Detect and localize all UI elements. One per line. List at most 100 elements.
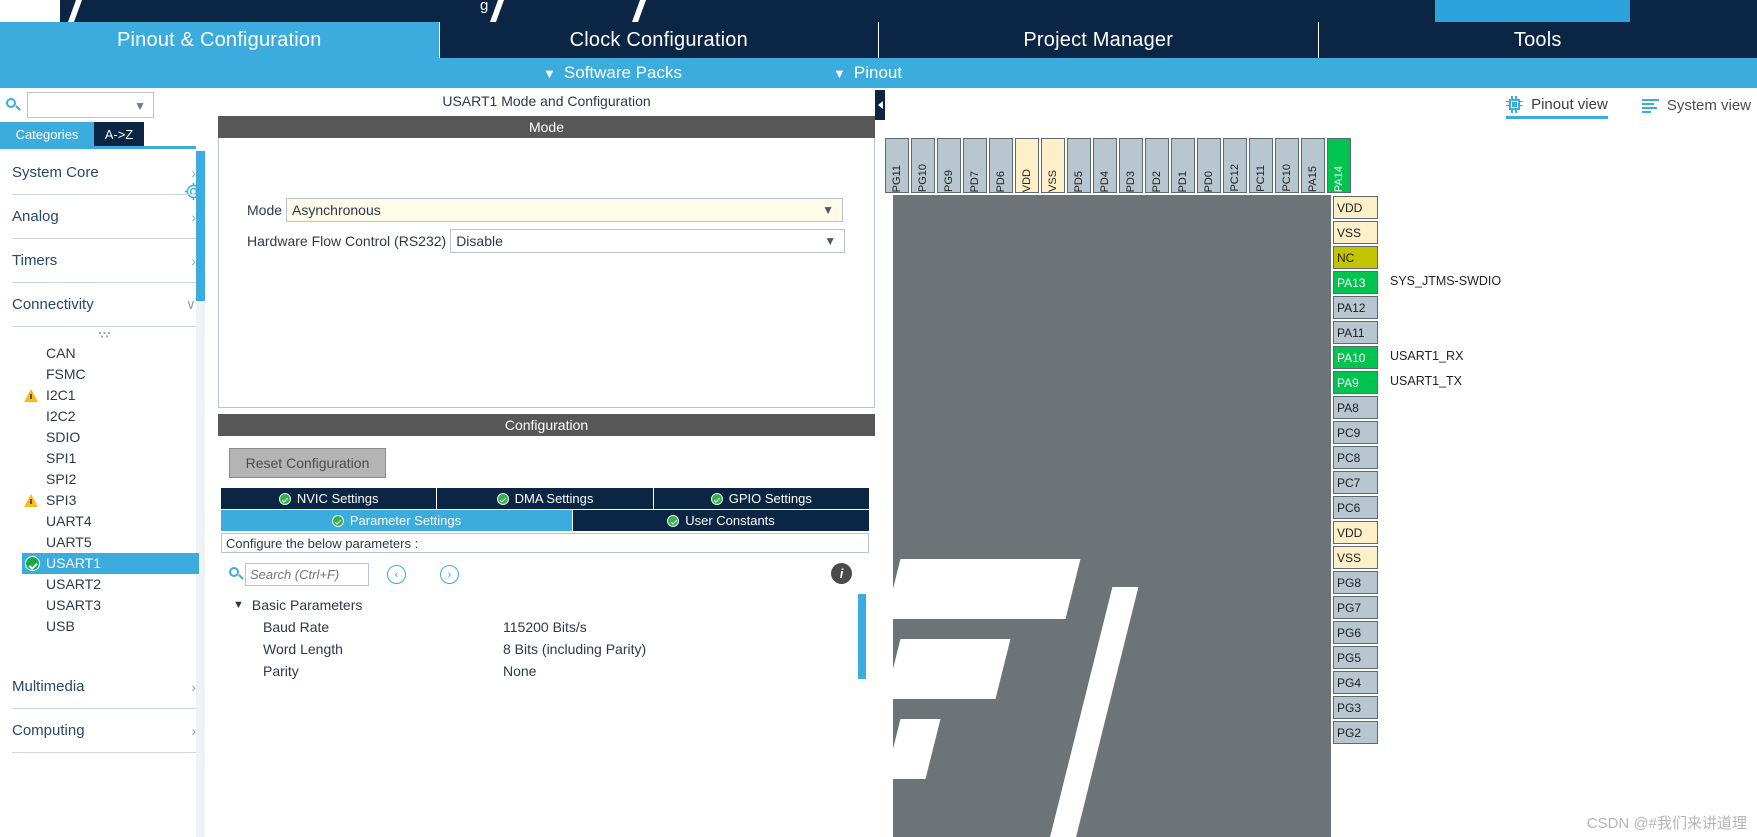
pin-top[interactable]: PD2	[1145, 138, 1169, 193]
parameter-row[interactable]: Parity None	[221, 660, 869, 679]
pin-right[interactable]: PA11	[1333, 321, 1378, 344]
sidebar-item-fsmc[interactable]: FSMC	[0, 364, 208, 385]
pin-right[interactable]: PC7	[1333, 471, 1378, 494]
mode-select[interactable]: Asynchronous ▼	[286, 198, 844, 222]
sidebar-item-spi3[interactable]: SPI3	[0, 490, 208, 511]
info-icon[interactable]: i	[831, 563, 852, 584]
tree-resize-grip[interactable]	[0, 327, 208, 343]
pin-label: PC8	[1337, 450, 1361, 465]
pin-right[interactable]: PG2	[1333, 721, 1378, 744]
pin-top[interactable]: VSS	[1041, 138, 1065, 193]
tab-clock-configuration[interactable]: Clock Configuration	[439, 22, 879, 58]
search-previous-button[interactable]: ‹	[387, 565, 406, 584]
parameter-value[interactable]: 115200 Bits/s	[503, 619, 587, 635]
pin-right[interactable]: PA10 USART1_RX	[1333, 346, 1463, 369]
flow-control-label: Hardware Flow Control (RS232)	[247, 233, 447, 249]
peripheral-search-combo[interactable]: ▼	[27, 92, 154, 118]
pin-right[interactable]: VDD	[1333, 521, 1378, 544]
chip-package-body[interactable]	[885, 193, 1331, 837]
pin-right[interactable]: PA12	[1333, 296, 1378, 319]
pin-top[interactable]: PD1	[1171, 138, 1195, 193]
search-input[interactable]	[31, 95, 140, 117]
menu-pinout[interactable]: ▼ Pinout	[833, 58, 902, 88]
pin-top[interactable]: PD7	[963, 138, 987, 193]
pin-right[interactable]: PA13 SYS_JTMS-SWDIO	[1333, 271, 1501, 294]
sidebar-item-i2c1[interactable]: I2C1	[0, 385, 208, 406]
menu-software-packs[interactable]: ▼ Software Packs	[543, 58, 682, 88]
pin-top[interactable]: PD0	[1197, 138, 1221, 193]
tab-dma-settings[interactable]: DMA Settings	[437, 488, 654, 509]
pin-top[interactable]: PG9	[937, 138, 961, 193]
flow-control-select[interactable]: Disable ▼	[450, 229, 846, 253]
sidebar-item-spi2[interactable]: SPI2	[0, 469, 208, 490]
sidebar-category-timers[interactable]: Timers ›	[12, 239, 196, 283]
sidebar-tab-a-to-z[interactable]: A->Z	[94, 122, 144, 146]
tab-tools[interactable]: Tools	[1318, 22, 1757, 58]
sidebar-item-usart3[interactable]: USART3	[0, 595, 208, 616]
sidebar-category-connectivity[interactable]: Connectivity ∨	[12, 283, 196, 327]
sidebar-item-uart5[interactable]: UART5	[0, 532, 208, 553]
sidebar-category-computing[interactable]: Computing ›	[12, 709, 196, 753]
tab-gpio-settings[interactable]: GPIO Settings	[653, 488, 869, 509]
sidebar-item-can[interactable]: CAN	[0, 343, 208, 364]
pin-right[interactable]: VDD	[1333, 196, 1378, 219]
chevron-down-icon: ▼	[543, 65, 556, 81]
toggle-pinout-view[interactable]: Pinout view	[1506, 95, 1608, 119]
pin-top[interactable]: PA14	[1327, 138, 1351, 193]
sidebar-category-analog[interactable]: Analog ›	[12, 195, 196, 239]
sidebar-item-usart2[interactable]: USART2	[0, 574, 208, 595]
pin-top[interactable]: VDD	[1015, 138, 1039, 193]
pin-right[interactable]: PG6	[1333, 621, 1378, 644]
toggle-system-view[interactable]: System view	[1641, 97, 1751, 117]
parameter-row[interactable]: Baud Rate 115200 Bits/s	[221, 616, 869, 638]
sidebar-category-multimedia[interactable]: Multimedia ›	[12, 665, 196, 709]
parameter-value[interactable]: 8 Bits (including Parity)	[503, 641, 646, 657]
pin-right[interactable]: PA9 USART1_TX	[1333, 371, 1462, 394]
parameter-search-input[interactable]	[245, 563, 369, 586]
pin-right[interactable]: VSS	[1333, 546, 1378, 569]
pin-right[interactable]: PC8	[1333, 446, 1378, 469]
pin-top[interactable]: PD3	[1119, 138, 1143, 193]
tab-pinout-configuration[interactable]: Pinout & Configuration	[0, 22, 440, 58]
reset-configuration-button[interactable]: Reset Configuration	[229, 448, 386, 478]
pin-right[interactable]: PG7	[1333, 596, 1378, 619]
pin-top[interactable]: PC11	[1249, 138, 1273, 193]
sidebar-item-usart1[interactable]: USART1	[22, 553, 199, 574]
sidebar-tab-categories[interactable]: Categories	[0, 122, 94, 146]
tab-user-constants[interactable]: User Constants	[573, 510, 869, 531]
pin-top[interactable]: PD6	[989, 138, 1013, 193]
pin-top[interactable]: PC10	[1275, 138, 1299, 193]
pin-right[interactable]: PA8	[1333, 396, 1378, 419]
sidebar-category-system-core[interactable]: System Core ›	[12, 151, 196, 195]
pin-right[interactable]: NC	[1333, 246, 1378, 269]
tab-parameter-settings[interactable]: Parameter Settings	[221, 510, 573, 531]
pin-right[interactable]: VSS	[1333, 221, 1378, 244]
sidebar-item-i2c2[interactable]: I2C2	[0, 406, 208, 427]
parameter-group-basic[interactable]: ▼ Basic Parameters	[221, 594, 869, 616]
pin-top[interactable]: PD4	[1093, 138, 1117, 193]
sidebar-item-sdio[interactable]: SDIO	[0, 427, 208, 448]
search-next-button[interactable]: ›	[440, 565, 459, 584]
pin-top[interactable]: PG11	[885, 138, 909, 193]
pin-right[interactable]: PG3	[1333, 696, 1378, 719]
pin-right[interactable]: PC9	[1333, 421, 1378, 444]
panel-splitter[interactable]	[875, 88, 885, 837]
pin-right[interactable]: PG5	[1333, 646, 1378, 669]
pin-top[interactable]: PD5	[1067, 138, 1091, 193]
pin-right[interactable]: PG8	[1333, 571, 1378, 594]
tab-project-manager[interactable]: Project Manager	[879, 22, 1319, 58]
pin-top[interactable]: PG10	[911, 138, 935, 193]
pin-top[interactable]: PA15	[1301, 138, 1325, 193]
sidebar-item-uart4[interactable]: UART4	[0, 511, 208, 532]
splitter-collapse-handle[interactable]	[875, 90, 885, 120]
pin-top[interactable]: PC12	[1223, 138, 1247, 193]
parameter-row[interactable]: Word Length 8 Bits (including Parity)	[221, 638, 869, 660]
parameter-value[interactable]: None	[503, 663, 536, 679]
pin-label: PC9	[1337, 425, 1361, 440]
peripheral-label: CAN	[46, 345, 76, 361]
tab-nvic-settings[interactable]: NVIC Settings	[221, 488, 438, 509]
sidebar-item-usb[interactable]: USB	[0, 616, 208, 637]
pin-right[interactable]: PC6	[1333, 496, 1378, 519]
sidebar-item-spi1[interactable]: SPI1	[0, 448, 208, 469]
pin-right[interactable]: PG4	[1333, 671, 1378, 694]
